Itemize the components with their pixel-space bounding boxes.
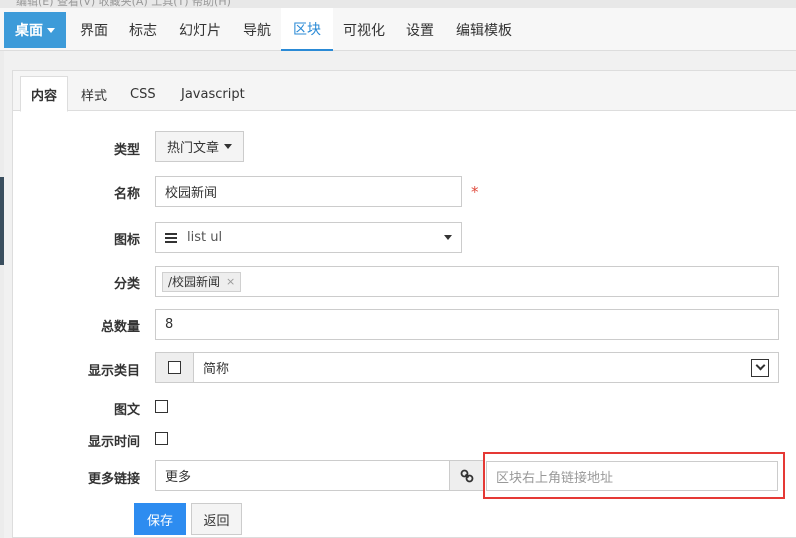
chevron-down-icon [751, 358, 769, 377]
nav-item-blocks[interactable]: 区块 [281, 8, 333, 51]
icon-select-value: list ul [165, 230, 222, 245]
type-dropdown[interactable]: 热门文章 [155, 131, 245, 162]
image-text-checkbox[interactable] [155, 400, 168, 413]
show-time-label: 显示时间 [87, 435, 140, 450]
back-button-label: 返回 [203, 513, 230, 529]
tab-content[interactable]: 内容 [20, 76, 69, 112]
tag-remove-icon[interactable]: × [226, 275, 235, 288]
left-edge-dark-block [0, 177, 4, 265]
top-navbar: 桌面 界面 标志 幻灯片 导航 区块 可视化 设置 编辑模板 [0, 8, 796, 51]
show-category-addon [155, 352, 194, 383]
tab-bar: 内容 样式 CSS Javascript [13, 71, 796, 112]
nav-item-navigation[interactable]: 导航 [231, 8, 283, 51]
type-label: 类型 [113, 143, 140, 158]
show-category-label: 显示类目 [87, 364, 140, 379]
back-button[interactable]: 返回 [191, 503, 242, 535]
category-tag-input[interactable]: /校园新闻 × [155, 266, 779, 297]
caret-down-icon [47, 27, 55, 33]
required-mark: * [471, 183, 479, 201]
show-category-checkbox[interactable] [168, 361, 181, 374]
highlight-box [483, 452, 785, 499]
browser-menu-strip: 编辑(E) 查看(V) 收藏夹(A) 工具(T) 帮助(H) [0, 0, 796, 8]
nav-item-logo[interactable]: 标志 [117, 8, 169, 51]
icon-label: 图标 [113, 233, 140, 248]
nav-item-settings[interactable]: 设置 [394, 8, 446, 51]
tab-css[interactable]: CSS [120, 77, 166, 111]
nav-item-slideshow[interactable]: 幻灯片 [167, 8, 233, 51]
browser-menu-text: 编辑(E) 查看(V) 收藏夹(A) 工具(T) 帮助(H) [16, 0, 231, 8]
more-link-label: 更多链接 [87, 472, 140, 487]
show-category-value: 简称 [203, 362, 230, 377]
image-text-label: 图文 [113, 403, 140, 418]
category-label: 分类 [113, 277, 140, 292]
name-input[interactable]: 校园新闻 [155, 176, 462, 207]
nav-item-interface[interactable]: 界面 [68, 8, 120, 51]
show-category-select[interactable]: 简称 [193, 352, 779, 383]
save-button[interactable]: 保存 [134, 503, 186, 535]
category-tag: /校园新闻 × [162, 271, 242, 292]
type-value: 热门文章 [167, 141, 220, 156]
tab-javascript[interactable]: Javascript [171, 77, 255, 111]
more-link-text-input[interactable]: 更多 [155, 460, 450, 491]
left-edge-strip [0, 51, 4, 538]
link-icon [460, 469, 473, 482]
category-tag-text: /校园新闻 [168, 275, 221, 289]
total-input[interactable]: 8 [155, 309, 779, 340]
total-label: 总数量 [100, 320, 140, 335]
show-time-checkbox[interactable] [155, 432, 168, 445]
nav-item-edit-template[interactable]: 编辑模板 [444, 8, 524, 51]
caret-down-icon [444, 235, 452, 240]
link-addon [449, 460, 484, 491]
brand-menu-button[interactable]: 桌面 [4, 12, 66, 48]
icon-select-text: list ul [187, 230, 223, 245]
brand-label: 桌面 [15, 23, 43, 39]
caret-down-icon [224, 144, 233, 149]
name-label: 名称 [113, 187, 140, 202]
tab-style[interactable]: 样式 [71, 77, 117, 111]
nav-item-visual[interactable]: 可视化 [331, 8, 397, 51]
icon-select[interactable]: list ul [155, 222, 462, 253]
list-ul-icon [165, 232, 177, 243]
